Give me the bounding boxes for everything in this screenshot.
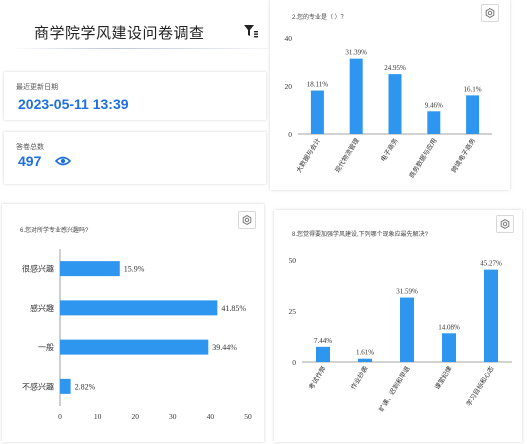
chart-issue-bar	[484, 269, 498, 362]
filter-icon[interactable]	[243, 24, 259, 38]
chart-issue-category-label: 课堂纪律	[432, 364, 454, 391]
chart-interest-card: 6.您对所学专业感兴趣吗? 0 10 20 30 40 50 15.9% 很感兴趣 41.85%…	[2, 204, 264, 442]
chart-major-data-label: 24.95%	[384, 64, 406, 72]
chart-interest-x-tick-label: 0	[58, 412, 62, 421]
last-update-card: 最近更新日期 2023-05-11 13:39	[4, 72, 266, 120]
chart-major-bar	[388, 74, 402, 134]
chart-major-data-label: 31.39%	[345, 49, 367, 57]
chart-issue-data-label: 1.61%	[356, 349, 374, 357]
chart-issue-data-label: 31.59%	[396, 288, 418, 296]
chart-issue-data-label: 45.27%	[480, 260, 502, 268]
chart-major-data-label: 16.1%	[464, 85, 482, 93]
total-answers-label: 答卷总数	[16, 144, 44, 151]
chart-interest-category-label: 很感兴趣	[22, 264, 54, 274]
eye-icon[interactable]	[55, 156, 71, 166]
chart-major-category-label: 电子商务	[378, 136, 400, 163]
chart-major-category-label: 现代物流管理	[333, 136, 362, 174]
chart-issue-bar	[400, 297, 414, 362]
chart-major-y-tick-label: 40	[285, 34, 293, 43]
total-answers-value: 497	[18, 153, 42, 169]
chart-interest-bar	[60, 300, 218, 316]
chart-interest-bar	[60, 339, 209, 355]
chart-major-card: 2.您的专业是（ ）？ 0 20 40 18.11% 大数据与会计 31.39% 现代物流管…	[270, 0, 510, 190]
chart-issue-card: 8.您觉得要加强学风建设,下列哪个现象应最先解决? 0 25 50 7.44% 考试作弊…	[274, 210, 522, 442]
chart-major-category-label: 跨境电子商务	[449, 136, 478, 174]
total-answers-card: 答卷总数 497	[4, 132, 266, 184]
chart-issue-bar	[316, 346, 330, 362]
chart-major-category-label: 商务数据与应用	[407, 136, 439, 179]
chart-major-y-tick-label: 0	[288, 130, 292, 139]
chart-major-data-label: 18.11%	[307, 81, 328, 89]
chart-major-bar	[427, 111, 441, 134]
chart-issue-y-tick-label: 25	[289, 307, 297, 316]
chart-issue-category-label: 旷课、迟到和早退	[377, 364, 412, 413]
chart-interest-x-tick-label: 50	[244, 412, 252, 421]
chart-interest-x-tick-label: 40	[207, 412, 215, 421]
chart-major-plot: 0 20 40 18.11% 大数据与会计 31.39% 现代物流管理 24.95% 电子商务 9…	[285, 34, 492, 180]
chart-interest-data-label: 39.44%	[212, 343, 237, 352]
chart-major-bar	[310, 90, 324, 134]
chart-issue-category-label: 作业抄袭	[348, 364, 370, 391]
chart-issue-y-tick-label: 50	[289, 256, 297, 265]
chart-interest-category-label: 感兴趣	[30, 303, 54, 313]
chart-issue-bar	[442, 333, 456, 362]
chart-interest-category-label: 不感兴趣	[22, 381, 54, 391]
chart-issue-data-label: 14.08%	[438, 323, 460, 331]
chart-issue-plot: 0 25 50 7.44% 考试作弊 1.61% 作业抄袭 31.59% 旷课、迟到和早退 14.…	[289, 256, 512, 413]
chart-interest-category-label: 一般	[38, 342, 54, 352]
chart-major-bar	[349, 58, 363, 134]
chart-issue-y-tick-label: 0	[292, 358, 296, 367]
last-update-value: 2023-05-11 13:39	[18, 96, 129, 112]
last-update-label: 最近更新日期	[16, 84, 58, 91]
chart-interest-plot: 0 10 20 30 40 50 15.9% 很感兴趣 41.85% 感兴趣 39.44% 一般 2.8…	[22, 249, 252, 421]
chart-major-category-label: 大数据与会计	[294, 136, 323, 174]
chart-interest-x-tick-label: 30	[169, 412, 177, 421]
chart-interest-data-label: 2.82%	[75, 382, 96, 391]
survey-header: 商学院学风建设问卷调查	[0, 0, 270, 56]
header-divider	[10, 48, 268, 49]
chart-major-bar	[466, 95, 480, 134]
chart-issue-bar	[358, 358, 372, 362]
chart-interest-x-tick-label: 10	[94, 412, 102, 421]
survey-title: 商学院学风建设问卷调查	[34, 25, 205, 42]
chart-interest-x-tick-label: 20	[131, 412, 139, 421]
chart-issue-category-label: 考试作弊	[306, 364, 328, 391]
chart-issue-category-label: 学习目标和心态	[464, 364, 496, 408]
chart-interest-data-label: 41.85%	[221, 304, 246, 313]
chart-major-data-label: 9.46%	[425, 101, 443, 109]
chart-issue-data-label: 7.44%	[314, 337, 332, 345]
chart-major-y-tick-label: 20	[285, 82, 293, 91]
chart-interest-bar	[60, 261, 120, 277]
chart-interest-bar	[60, 378, 71, 394]
chart-interest-data-label: 15.9%	[124, 265, 145, 274]
